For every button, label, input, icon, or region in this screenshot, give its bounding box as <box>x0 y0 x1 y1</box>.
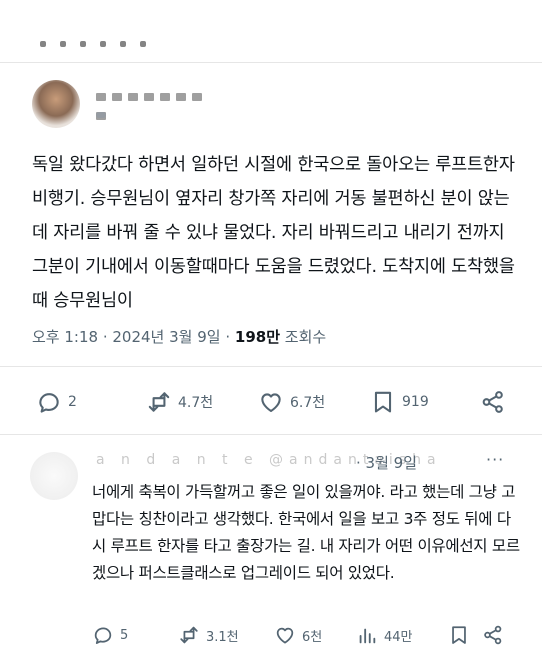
reply-icon <box>39 393 59 413</box>
reply-actions: 5 3.1천 6천 44만 <box>92 622 512 648</box>
like-button[interactable]: 6천 <box>274 624 356 646</box>
like-icon <box>261 393 281 413</box>
repost-count: 4.7천 <box>178 395 214 411</box>
tweet-date[interactable]: 2024년 3월 9일 <box>112 328 220 346</box>
views-count: 44만 <box>384 629 413 645</box>
share-button[interactable] <box>480 389 506 415</box>
meta-separator: · <box>98 328 113 346</box>
share-button[interactable] <box>482 624 504 646</box>
bookmark-button[interactable] <box>448 624 482 646</box>
tweet-actions: 2 4.7천 6.7천 919 <box>36 388 506 416</box>
bookmark-icon <box>452 626 466 644</box>
like-count: 6천 <box>302 629 323 645</box>
reply-icon <box>94 627 112 644</box>
meta-separator: · <box>220 328 235 346</box>
share-icon <box>482 391 503 413</box>
reply-button[interactable]: 2 <box>36 389 146 415</box>
views-icon <box>359 628 376 644</box>
repost-button[interactable]: 3.1천 <box>178 624 274 646</box>
reply-text: 너에게 축복이 가득할꺼고 좋은 일이 있을꺼야. 라고 했는데 그냥 고맙다는… <box>92 483 520 582</box>
like-count: 6.7천 <box>290 395 326 411</box>
views-button[interactable]: 44만 <box>356 624 448 646</box>
like-button[interactable]: 6.7천 <box>258 389 370 415</box>
bookmark-button[interactable]: 919 <box>370 389 466 415</box>
obscured-header <box>40 32 210 47</box>
reply-author-avatar[interactable] <box>30 452 78 500</box>
reply-count: 2 <box>68 394 77 410</box>
bookmark-icon <box>374 391 392 413</box>
divider <box>0 366 542 367</box>
author-name-obscured[interactable] <box>96 86 216 120</box>
tweet-time[interactable]: 오후 1:18 <box>32 328 98 346</box>
reply-date[interactable]: · 3월 9일 <box>356 452 417 473</box>
divider <box>0 62 542 63</box>
share-icon <box>484 625 502 645</box>
repost-button[interactable]: 4.7천 <box>146 389 258 415</box>
author-handle-obscured[interactable] <box>96 112 106 118</box>
view-count: 198만 <box>234 328 281 346</box>
more-icon[interactable]: ··· <box>486 450 504 469</box>
reply-button[interactable]: 5 <box>92 624 178 646</box>
view-count-label: 조회수 <box>284 328 327 346</box>
tweet-text: 독일 왔다갔다 하면서 일하던 시절에 한국으로 돌아오는 루프트한자 비행기.… <box>32 155 515 311</box>
tweet-meta: 오후 1:18 · 2024년 3월 9일 · 198만 조회수 <box>32 326 326 347</box>
bookmark-count: 919 <box>402 394 429 410</box>
repost-count: 3.1천 <box>206 629 239 645</box>
like-icon <box>276 627 294 644</box>
divider <box>0 434 542 435</box>
reply-count: 5 <box>120 627 129 643</box>
repost-icon <box>148 392 170 412</box>
author-avatar[interactable] <box>32 80 80 128</box>
repost-icon <box>180 626 198 644</box>
